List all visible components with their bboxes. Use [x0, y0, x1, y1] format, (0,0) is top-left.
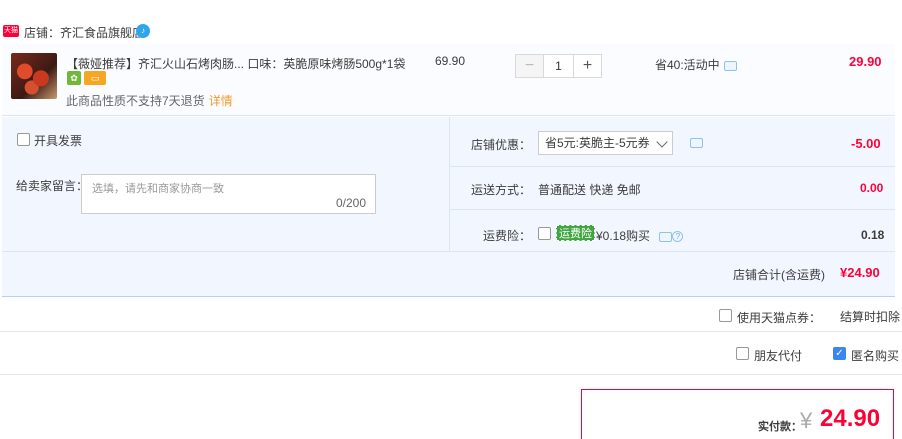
divider [449, 251, 895, 252]
store-name[interactable]: 店铺：齐汇食品旗舰店 [24, 24, 144, 41]
product-thumbnail[interactable] [11, 53, 57, 99]
insurance-label: 运费险： [483, 229, 532, 243]
divider [0, 331, 902, 332]
memo-char-count: 0/200 [336, 196, 367, 210]
refund-note-text: 此商品性质不支持7天退货 [66, 94, 205, 108]
shipping-fee: 0.00 [860, 181, 884, 195]
service-tag-icon: ✿ [67, 71, 81, 85]
payment-amount: 24.90 [820, 405, 881, 432]
refund-note: 此商品性质不支持7天退货 详情 [66, 92, 233, 109]
unit-price: 69.90 [435, 54, 466, 68]
item-subtotal: 29.90 [849, 54, 882, 69]
divider [449, 209, 895, 210]
product-title[interactable]: 【薇娅推荐】齐汇火山石烤肉肠... 口味：英脆原味烤肠500g*1袋 [66, 55, 405, 72]
refund-detail-link[interactable]: 详情 [209, 94, 233, 108]
insurance-fee: 0.18 [861, 228, 885, 242]
payment-label: 实付款： [758, 421, 802, 433]
anonymous-checkbox[interactable]: ✓ [833, 347, 846, 360]
insurance-price-text: ¥0.18购买 [596, 229, 651, 243]
divider [449, 166, 895, 167]
coupon-comment-icon[interactable] [690, 138, 703, 148]
shipping-label: 运送方式： [471, 183, 532, 197]
promotion-comment-icon[interactable] [723, 60, 737, 71]
quantity-stepper: − 1 + [515, 54, 602, 78]
tmall-badge: 天猫 [3, 25, 19, 37]
currency-symbol: ¥ [800, 408, 813, 433]
insurance-comment-icon[interactable] [659, 231, 673, 242]
decrease-quantity-button[interactable]: − [516, 55, 543, 77]
store-total-label: 店铺合计(含运费) [733, 268, 825, 282]
card-tag-icon: ▭ [84, 71, 106, 85]
tmall-points-checkbox[interactable] [719, 309, 732, 322]
chat-seller-icon[interactable]: ♪ [136, 24, 150, 38]
store-coupon-select[interactable]: 省5元:英脆主-5元券 [538, 131, 673, 155]
store-coupon-value: 省5元:英脆主-5元券 [545, 136, 650, 150]
increase-quantity-button[interactable]: + [574, 55, 601, 77]
store-discount: -5.00 [851, 136, 881, 151]
anonymous-label[interactable]: 匿名购买 [851, 347, 899, 364]
tmall-points-label[interactable]: 使用天猫点券： [737, 309, 821, 326]
quantity-input[interactable]: 1 [543, 55, 574, 77]
help-icon[interactable]: ? [672, 231, 684, 243]
invoice-checkbox[interactable] [17, 133, 30, 146]
store-coupon-label: 店铺优惠： [471, 138, 532, 152]
promotion-text: 省40:活动中 [655, 58, 720, 72]
chevron-down-icon [656, 136, 668, 148]
insurance-badge: 运费险 [556, 225, 595, 241]
promotion-info: 省40:活动中 [655, 56, 737, 73]
friend-pay-label[interactable]: 朋友代付 [754, 347, 802, 364]
deduct-note: 结算时扣除 [840, 310, 901, 324]
divider [0, 374, 902, 375]
friend-pay-checkbox[interactable] [736, 347, 749, 360]
store-total-value: ¥24.90 [840, 265, 880, 280]
insurance-price: ¥0.18购买 ? [596, 227, 684, 244]
memo-label: 给卖家留言： [16, 179, 89, 193]
invoice-label[interactable]: 开具发票 [34, 132, 82, 149]
divider [2, 251, 449, 252]
insurance-checkbox[interactable] [538, 227, 551, 240]
shipping-method: 普通配送 快递 免邮 [538, 183, 641, 197]
memo-placeholder: 选填，请先和商家协商一致 [92, 183, 224, 195]
